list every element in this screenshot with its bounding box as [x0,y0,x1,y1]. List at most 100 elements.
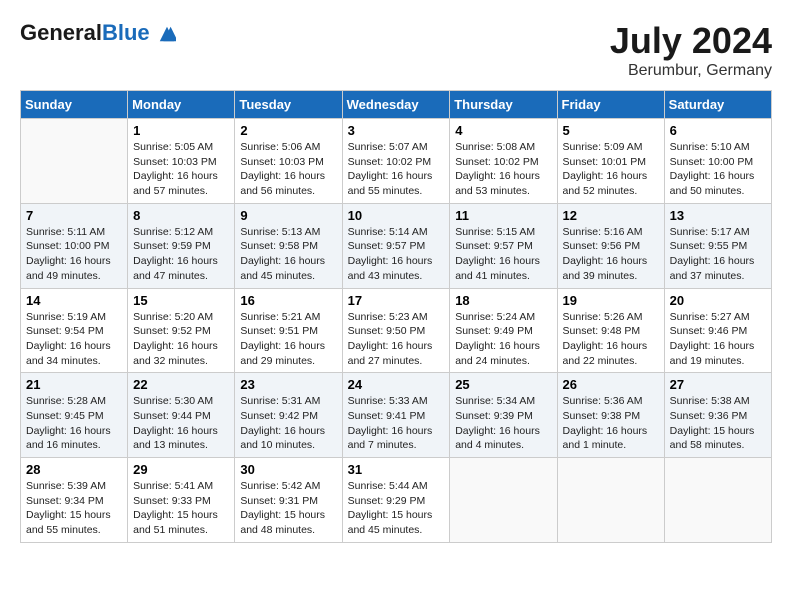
day-info: Sunrise: 5:09 AM Sunset: 10:01 PM Daylig… [563,140,659,199]
day-info: Sunrise: 5:07 AM Sunset: 10:02 PM Daylig… [348,140,445,199]
day-info: Sunrise: 5:10 AM Sunset: 10:00 PM Daylig… [670,140,766,199]
day-number: 2 [240,123,336,138]
day-info: Sunrise: 5:38 AM Sunset: 9:36 PM Dayligh… [670,394,766,453]
day-info: Sunrise: 5:24 AM Sunset: 9:49 PM Dayligh… [455,310,551,369]
day-info: Sunrise: 5:36 AM Sunset: 9:38 PM Dayligh… [563,394,659,453]
calendar-header-row: SundayMondayTuesdayWednesdayThursdayFrid… [21,91,772,119]
location: Berumbur, Germany [610,62,772,80]
logo-icon [158,25,176,43]
day-info: Sunrise: 5:33 AM Sunset: 9:41 PM Dayligh… [348,394,445,453]
day-info: Sunrise: 5:34 AM Sunset: 9:39 PM Dayligh… [455,394,551,453]
calendar-cell: 8 Sunrise: 5:12 AM Sunset: 9:59 PM Daylig… [128,203,235,288]
weekday-header: Saturday [664,91,771,119]
weekday-header: Wednesday [342,91,450,119]
calendar-cell: 30 Sunrise: 5:42 AM Sunset: 9:31 PM Dayli… [235,458,342,543]
day-number: 24 [348,377,445,392]
day-info: Sunrise: 5:30 AM Sunset: 9:44 PM Dayligh… [133,394,229,453]
calendar-cell: 20 Sunrise: 5:27 AM Sunset: 9:46 PM Dayli… [664,288,771,373]
day-number: 1 [133,123,229,138]
day-info: Sunrise: 5:05 AM Sunset: 10:03 PM Daylig… [133,140,229,199]
calendar-cell: 16 Sunrise: 5:21 AM Sunset: 9:51 PM Dayli… [235,288,342,373]
day-info: Sunrise: 5:23 AM Sunset: 9:50 PM Dayligh… [348,310,445,369]
calendar-cell: 22 Sunrise: 5:30 AM Sunset: 9:44 PM Dayli… [128,373,235,458]
calendar-week-row: 28Sunrise: 5:39 AM Sunset: 9:34 PM Dayli… [21,458,772,543]
calendar-cell: 21 Sunrise: 5:28 AM Sunset: 9:45 PM Dayli… [21,373,128,458]
day-info: Sunrise: 5:12 AM Sunset: 9:59 PM Dayligh… [133,225,229,284]
weekday-header: Sunday [21,91,128,119]
calendar-cell: 23Sunrise: 5:31 AM Sunset: 9:42 PM Dayli… [235,373,342,458]
logo-general-text: General [20,20,102,45]
day-info: Sunrise: 5:14 AM Sunset: 9:57 PM Dayligh… [348,225,445,284]
day-info: Sunrise: 5:20 AM Sunset: 9:52 PM Dayligh… [133,310,229,369]
weekday-header: Monday [128,91,235,119]
day-number: 15 [133,293,229,308]
calendar-cell: 17Sunrise: 5:23 AM Sunset: 9:50 PM Dayli… [342,288,450,373]
calendar-week-row: 14Sunrise: 5:19 AM Sunset: 9:54 PM Dayli… [21,288,772,373]
day-number: 30 [240,462,336,477]
calendar-cell [21,119,128,204]
day-number: 10 [348,208,445,223]
day-number: 4 [455,123,551,138]
calendar-cell: 6 Sunrise: 5:10 AM Sunset: 10:00 PM Dayli… [664,119,771,204]
weekday-header: Thursday [450,91,557,119]
calendar-cell: 2 Sunrise: 5:06 AM Sunset: 10:03 PM Dayli… [235,119,342,204]
logo-blue-text: Blue [102,20,150,45]
day-info: Sunrise: 5:15 AM Sunset: 9:57 PM Dayligh… [455,225,551,284]
calendar-cell: 13Sunrise: 5:17 AM Sunset: 9:55 PM Dayli… [664,203,771,288]
calendar-cell [664,458,771,543]
day-number: 14 [26,293,122,308]
calendar-cell: 28Sunrise: 5:39 AM Sunset: 9:34 PM Dayli… [21,458,128,543]
day-info: Sunrise: 5:26 AM Sunset: 9:48 PM Dayligh… [563,310,659,369]
day-number: 6 [670,123,766,138]
day-info: Sunrise: 5:16 AM Sunset: 9:56 PM Dayligh… [563,225,659,284]
calendar-cell [557,458,664,543]
day-number: 27 [670,377,766,392]
day-number: 29 [133,462,229,477]
day-number: 7 [26,208,122,223]
calendar-cell: 11 Sunrise: 5:15 AM Sunset: 9:57 PM Dayli… [450,203,557,288]
day-number: 31 [348,462,445,477]
day-info: Sunrise: 5:17 AM Sunset: 9:55 PM Dayligh… [670,225,766,284]
calendar-cell: 27 Sunrise: 5:38 AM Sunset: 9:36 PM Dayli… [664,373,771,458]
calendar-cell: 15 Sunrise: 5:20 AM Sunset: 9:52 PM Dayli… [128,288,235,373]
calendar-cell: 12 Sunrise: 5:16 AM Sunset: 9:56 PM Dayli… [557,203,664,288]
day-info: Sunrise: 5:42 AM Sunset: 9:31 PM Dayligh… [240,479,336,538]
day-number: 22 [133,377,229,392]
logo: GeneralBlue [20,20,176,47]
day-info: Sunrise: 5:11 AM Sunset: 10:00 PM Daylig… [26,225,122,284]
calendar-cell: 18 Sunrise: 5:24 AM Sunset: 9:49 PM Dayli… [450,288,557,373]
day-info: Sunrise: 5:13 AM Sunset: 9:58 PM Dayligh… [240,225,336,284]
day-number: 21 [26,377,122,392]
page-header: GeneralBlue July 2024 Berumbur, Germany [20,20,772,80]
day-number: 5 [563,123,659,138]
day-number: 26 [563,377,659,392]
calendar-cell: 1 Sunrise: 5:05 AM Sunset: 10:03 PM Dayli… [128,119,235,204]
calendar-cell: 31 Sunrise: 5:44 AM Sunset: 9:29 PM Dayli… [342,458,450,543]
calendar-cell: 10 Sunrise: 5:14 AM Sunset: 9:57 PM Dayli… [342,203,450,288]
day-info: Sunrise: 5:39 AM Sunset: 9:34 PM Dayligh… [26,479,122,538]
day-info: Sunrise: 5:21 AM Sunset: 9:51 PM Dayligh… [240,310,336,369]
calendar-cell: 29 Sunrise: 5:41 AM Sunset: 9:33 PM Dayli… [128,458,235,543]
day-number: 12 [563,208,659,223]
day-number: 20 [670,293,766,308]
day-info: Sunrise: 5:28 AM Sunset: 9:45 PM Dayligh… [26,394,122,453]
day-info: Sunrise: 5:44 AM Sunset: 9:29 PM Dayligh… [348,479,445,538]
calendar-cell [450,458,557,543]
calendar-cell: 24 Sunrise: 5:33 AM Sunset: 9:41 PM Dayli… [342,373,450,458]
calendar-cell: 26 Sunrise: 5:36 AM Sunset: 9:38 PM Dayli… [557,373,664,458]
calendar-week-row: 21 Sunrise: 5:28 AM Sunset: 9:45 PM Dayli… [21,373,772,458]
day-info: Sunrise: 5:41 AM Sunset: 9:33 PM Dayligh… [133,479,229,538]
calendar-cell: 3Sunrise: 5:07 AM Sunset: 10:02 PM Dayli… [342,119,450,204]
day-number: 8 [133,208,229,223]
calendar-cell: 7 Sunrise: 5:11 AM Sunset: 10:00 PM Dayli… [21,203,128,288]
day-info: Sunrise: 5:06 AM Sunset: 10:03 PM Daylig… [240,140,336,199]
day-number: 11 [455,208,551,223]
day-number: 18 [455,293,551,308]
day-number: 19 [563,293,659,308]
calendar-cell: 19 Sunrise: 5:26 AM Sunset: 9:48 PM Dayli… [557,288,664,373]
day-info: Sunrise: 5:08 AM Sunset: 10:02 PM Daylig… [455,140,551,199]
month-title: July 2024 [610,20,772,62]
day-number: 16 [240,293,336,308]
day-info: Sunrise: 5:27 AM Sunset: 9:46 PM Dayligh… [670,310,766,369]
calendar-cell: 4 Sunrise: 5:08 AM Sunset: 10:02 PM Dayli… [450,119,557,204]
